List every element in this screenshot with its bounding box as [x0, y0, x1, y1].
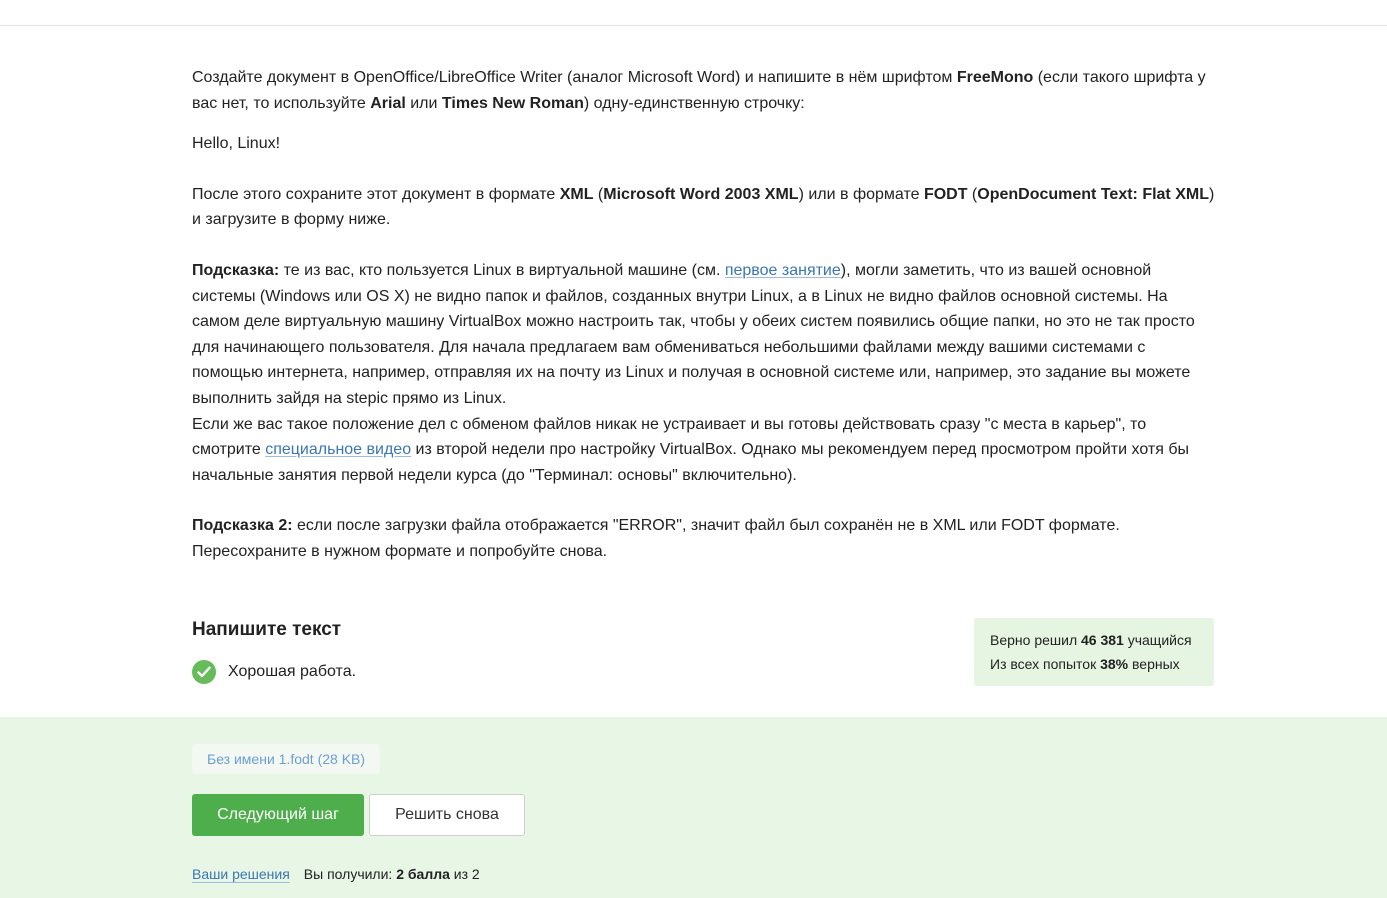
special-video-link[interactable]: специальное видео: [265, 441, 411, 458]
attempts-line: Из всех попыток 38% верных: [990, 656, 1180, 672]
check-icon: [192, 660, 216, 684]
result-status: Хорошая работа.: [192, 660, 356, 684]
step-instructions: Создайте документ в OpenOffice/LibreOffi…: [192, 65, 1217, 565]
hint-paragraph-1b: Если же вас такое положение дел с обмено…: [192, 415, 1189, 484]
hint-paragraph-2: Подсказка 2: если после загрузки файла о…: [192, 517, 1120, 560]
your-solutions-link[interactable]: Ваши решения: [192, 866, 290, 882]
sample-text: Hello, Linux!: [192, 135, 281, 153]
instruction-paragraph-1: Создайте документ в OpenOffice/LibreOffi…: [192, 69, 1206, 112]
uploaded-file-chip[interactable]: Без имени 1.fodt (28 KB): [192, 744, 381, 774]
top-strip: [0, 0, 1387, 26]
result-text: Хорошая работа.: [228, 663, 357, 680]
solved-count-line: Верно решил 46 381 учащийся: [990, 632, 1192, 648]
instruction-paragraph-2: После этого сохраните этот документ в фо…: [192, 185, 1215, 229]
first-lesson-link[interactable]: первое занятие: [725, 262, 841, 279]
score-text: Вы получили: 2 балла из 2: [303, 866, 480, 882]
hint2-label: Подсказка 2:: [192, 517, 293, 535]
hint-label: Подсказка:: [192, 261, 280, 279]
stats-box: Верно решил 46 381 учащийся Из всех попы…: [974, 618, 1214, 686]
task-title: Напишите текст: [192, 619, 342, 640]
hint-paragraph-1: Подсказка: те из вас, кто пользуется Lin…: [192, 261, 1195, 407]
next-step-button[interactable]: Следующий шаг: [192, 794, 364, 836]
solve-again-button[interactable]: Решить снова: [369, 794, 525, 836]
checkmark-glyph: [197, 666, 211, 678]
score-line: Ваши решения Вы получили: 2 балла из 2: [192, 866, 480, 882]
